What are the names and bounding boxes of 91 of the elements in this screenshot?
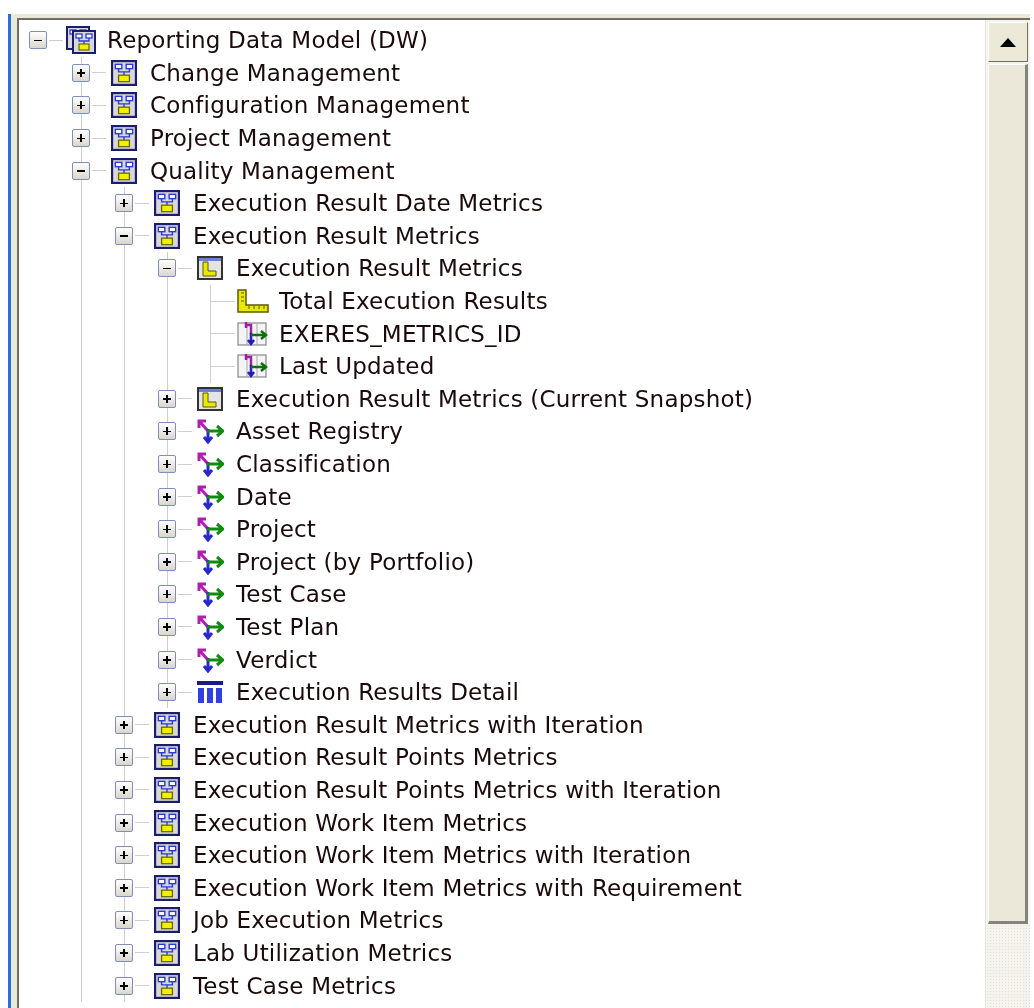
scrollbar-thumb[interactable] — [988, 64, 1028, 924]
diagram-icon — [154, 776, 180, 803]
stacked-diagram-icon — [66, 26, 96, 55]
tree-item-label[interactable]: Execution Work Item Metrics with Iteration — [193, 842, 692, 869]
table-ruler-icon — [197, 256, 223, 281]
diagram-icon — [111, 125, 137, 152]
collapse-button[interactable] — [72, 161, 90, 180]
tree-item-label[interactable]: Execution Result Points Metrics — [193, 744, 558, 771]
expand-button[interactable] — [158, 389, 176, 408]
diagram-icon — [154, 842, 180, 869]
tree-item-label[interactable]: Test Plan — [236, 614, 340, 640]
expand-button[interactable] — [115, 194, 133, 213]
expand-button[interactable] — [158, 683, 176, 702]
tree-item-label[interactable]: Execution Work Item Metrics with Requirement — [193, 874, 743, 901]
tree-item-label[interactable]: Execution Result Metrics — [236, 255, 523, 282]
expand-button[interactable] — [115, 846, 133, 865]
expand-button[interactable] — [72, 96, 90, 115]
branching-arrows-icon — [196, 516, 224, 543]
expand-button[interactable] — [115, 943, 133, 962]
expand-button[interactable] — [158, 487, 176, 506]
tree-item-label[interactable]: Test Case Metrics — [193, 972, 397, 999]
expand-button[interactable] — [115, 911, 133, 930]
tree-item-label[interactable]: Verdict — [236, 646, 318, 673]
vertical-scrollbar[interactable] — [985, 20, 1030, 1008]
diagram-icon — [154, 809, 180, 836]
tree-item-label[interactable]: Execution Result Metrics (Current Snapshot) — [236, 385, 754, 412]
table-ruler-icon — [197, 386, 223, 411]
diagram-icon — [154, 972, 180, 999]
tree-item-label[interactable]: Execution Result Points Metrics with Iteration — [193, 776, 722, 803]
tree-item-label[interactable]: Date — [236, 483, 292, 510]
tree-item-label[interactable]: Classification — [236, 451, 391, 477]
diagram-icon — [154, 711, 180, 738]
expand-button[interactable] — [158, 618, 176, 636]
collapse-button[interactable] — [158, 259, 176, 278]
expand-button[interactable] — [115, 878, 133, 897]
tree-item-label[interactable]: Asset Registry — [236, 418, 404, 445]
tree-item-label[interactable]: Last Updated — [279, 353, 435, 380]
tree-item-label[interactable]: Test Case — [236, 581, 347, 608]
collapse-button[interactable] — [29, 31, 47, 50]
expand-button[interactable] — [158, 552, 176, 571]
tree-item-label[interactable]: Reporting Data Model (DW) — [107, 27, 429, 54]
diagram-icon — [154, 222, 180, 249]
diagram-icon — [154, 907, 180, 934]
expand-button[interactable] — [115, 748, 133, 767]
expand-button[interactable] — [158, 585, 176, 604]
diagram-icon — [111, 92, 137, 119]
tree-item-label[interactable]: Change Management — [150, 59, 401, 86]
columns-icon — [196, 680, 224, 705]
grid-arrows-icon — [237, 320, 269, 347]
expand-button[interactable] — [72, 129, 90, 148]
branching-arrows-icon — [196, 581, 224, 608]
diagram-icon — [154, 874, 180, 901]
diagram-icon — [154, 190, 180, 217]
expand-button[interactable] — [158, 455, 176, 473]
tree-item-label[interactable]: Execution Result Metrics with Iteration — [193, 711, 644, 738]
branching-arrows-icon — [196, 451, 224, 477]
collapse-button[interactable] — [115, 226, 133, 245]
tree-item-label[interactable]: Project Management — [150, 125, 392, 152]
expand-button[interactable] — [115, 976, 133, 995]
expand-button[interactable] — [72, 63, 90, 82]
tree-item-label[interactable]: Quality Management — [150, 157, 395, 184]
branching-arrows-icon — [196, 646, 224, 673]
up-triangle-icon — [1000, 37, 1016, 47]
tree-item-label[interactable]: Execution Result Date Metrics — [193, 190, 544, 217]
expand-button[interactable] — [158, 422, 176, 441]
diagram-icon — [111, 157, 137, 184]
tree-item-label[interactable]: Project (by Portfolio) — [236, 548, 475, 575]
tree-item-label[interactable]: EXERES_METRICS_ID — [279, 320, 522, 347]
branching-arrows-icon — [196, 614, 224, 640]
tree-item-label[interactable]: Execution Result Metrics — [193, 222, 480, 249]
branching-arrows-icon — [196, 418, 224, 445]
tree-item-label[interactable]: Lab Utilization Metrics — [193, 939, 453, 966]
expand-button[interactable] — [158, 650, 176, 669]
diagram-icon — [111, 59, 137, 86]
grid-arrows-icon — [237, 353, 269, 380]
diagram-icon — [154, 744, 180, 771]
expand-button[interactable] — [115, 780, 133, 799]
tree-item-label[interactable]: Execution Work Item Metrics — [193, 809, 528, 836]
diagram-icon — [154, 939, 180, 966]
scroll-up-button[interactable] — [988, 22, 1028, 62]
tree-item-label[interactable]: Project — [236, 516, 317, 543]
tree-item-label[interactable]: Total Execution Results — [279, 288, 548, 315]
expand-button[interactable] — [115, 813, 133, 832]
tree-item-label[interactable]: Execution Results Detail — [236, 679, 520, 706]
expand-button[interactable] — [158, 520, 176, 539]
ruler-icon — [237, 289, 269, 314]
tree-item-label[interactable]: Job Execution Metrics — [193, 907, 444, 934]
expand-button[interactable] — [115, 715, 133, 734]
tree-item-label[interactable]: Configuration Management — [150, 92, 470, 119]
branching-arrows-icon — [196, 548, 224, 575]
branching-arrows-icon — [196, 483, 224, 510]
